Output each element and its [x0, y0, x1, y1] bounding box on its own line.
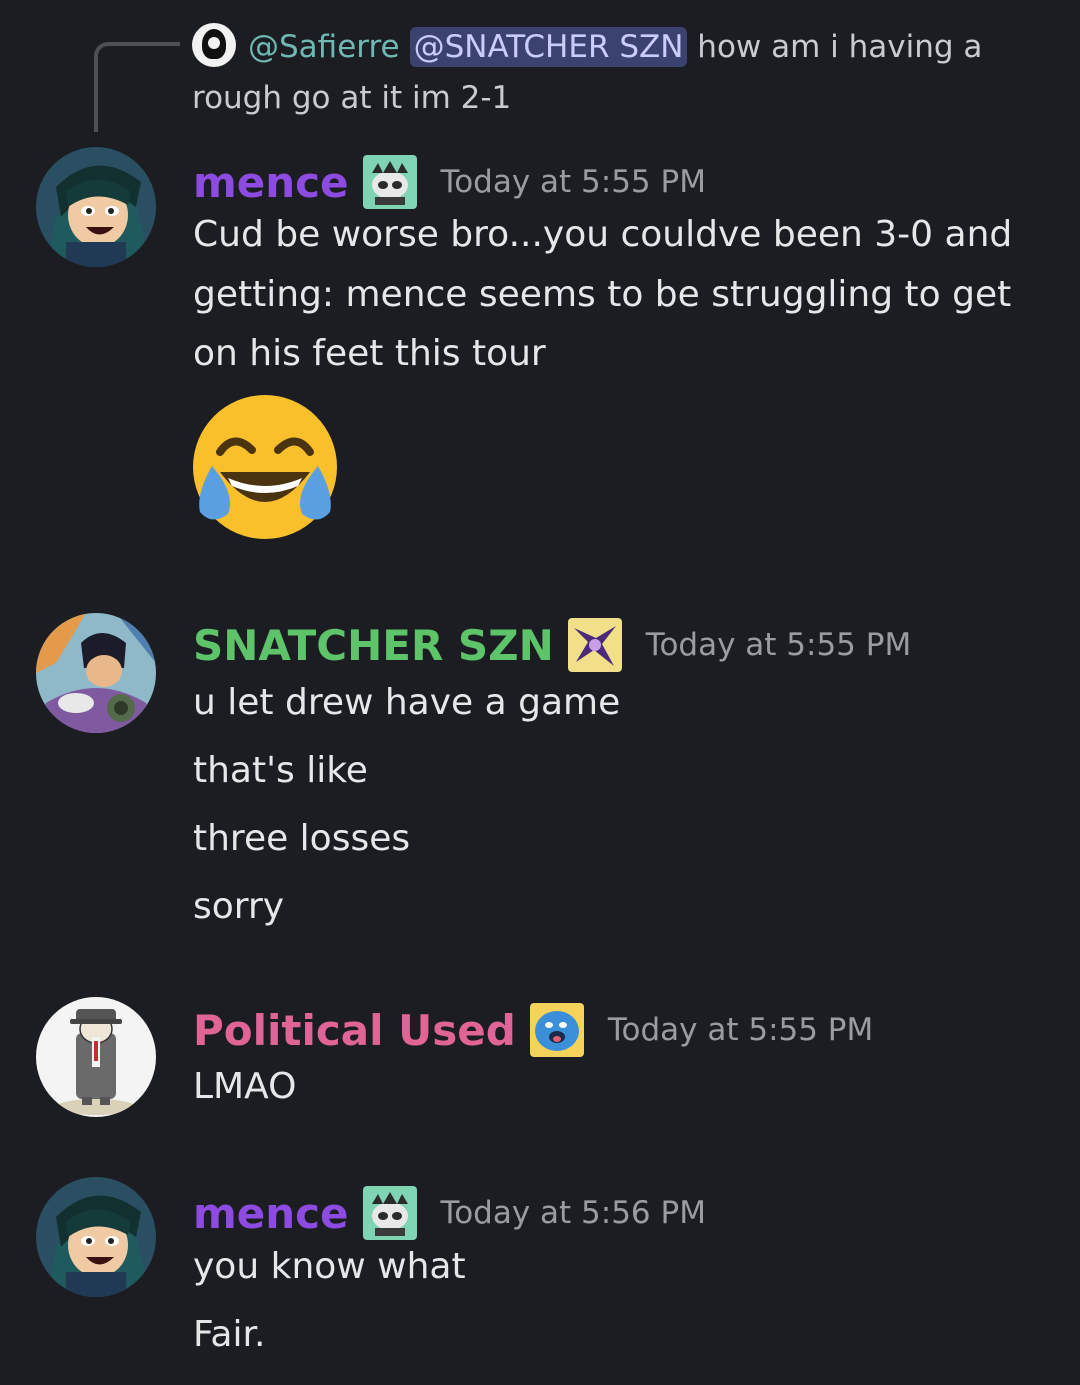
message-text: Cud be worse bro...you couldve been 3-0 …	[193, 214, 1013, 255]
reply-connector	[94, 42, 180, 132]
username[interactable]: Political Used	[193, 1006, 516, 1055]
message-text: LMAO	[193, 1066, 297, 1107]
username[interactable]: SNATCHER SZN	[193, 621, 554, 670]
message-text: Fair.	[193, 1314, 266, 1355]
role-icon	[529, 1003, 584, 1057]
message-text: getting: mence seems to be struggling to…	[193, 274, 1012, 315]
reply-avatar[interactable]	[192, 23, 236, 67]
reply-preview[interactable]: @Safierre @SNATCHER SZN how am i having a…	[192, 22, 1032, 124]
message-text: sorry	[193, 886, 285, 927]
timestamp: Today at 5:55 PM	[607, 1012, 874, 1048]
avatar[interactable]	[36, 613, 156, 733]
message-header: mence Today at 5:56 PM	[193, 1181, 706, 1245]
timestamp: Today at 5:55 PM	[440, 164, 706, 200]
message-text: three losses	[193, 818, 411, 859]
message-header: Political Used Today at 5:55 PM	[193, 998, 873, 1062]
message-text: on his feet this tour	[193, 333, 546, 374]
username[interactable]: mence	[193, 1189, 349, 1238]
reply-mention[interactable]: @SNATCHER SZN	[409, 27, 688, 67]
message-header: mence Today at 5:55 PM	[193, 150, 706, 214]
role-icon	[362, 1186, 417, 1240]
joy-emoji[interactable]	[192, 394, 338, 540]
role-icon	[362, 155, 417, 209]
message-header: SNATCHER SZN Today at 5:55 PM	[193, 613, 911, 677]
avatar[interactable]	[36, 997, 156, 1117]
reply-author[interactable]: @Safierre	[248, 29, 400, 65]
reply-text: how am i having a	[697, 29, 983, 65]
chat-log: @Safierre @SNATCHER SZN how am i having a…	[0, 0, 1080, 1385]
avatar[interactable]	[36, 147, 156, 267]
message-text: that's like	[193, 750, 368, 791]
message-text: u let drew have a game	[193, 682, 621, 723]
reply-text-continued: rough go at it im 2-1	[192, 80, 512, 116]
message-text: you know what	[193, 1246, 466, 1287]
timestamp: Today at 5:55 PM	[645, 627, 912, 663]
role-icon	[567, 618, 622, 672]
username[interactable]: mence	[193, 158, 349, 207]
avatar[interactable]	[36, 1177, 156, 1297]
timestamp: Today at 5:56 PM	[440, 1195, 706, 1231]
